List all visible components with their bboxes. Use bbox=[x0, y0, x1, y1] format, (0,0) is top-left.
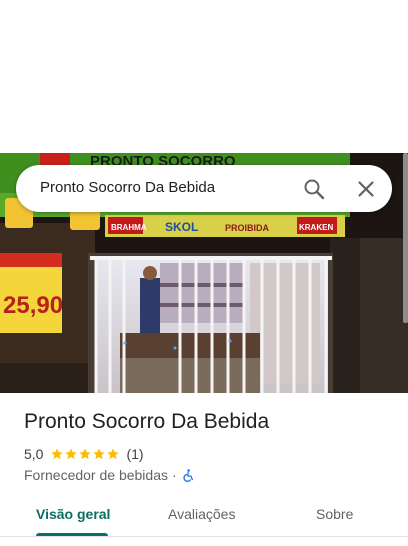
star-icon bbox=[65, 448, 78, 460]
banner-brand-1: BRAHMA bbox=[111, 223, 147, 232]
rating-stars bbox=[50, 447, 120, 461]
star-icon bbox=[93, 448, 106, 460]
rating-value: 5,0 bbox=[24, 446, 44, 462]
star-icon bbox=[79, 448, 92, 460]
place-category: Fornecedor de bebidas bbox=[24, 467, 168, 483]
banner-brand-4: KRAKEN bbox=[299, 223, 333, 232]
search-input[interactable]: Pronto Socorro Da Bebida bbox=[40, 179, 215, 196]
rating-row[interactable]: 5,0 (1) bbox=[24, 445, 144, 463]
star-icon bbox=[51, 448, 64, 460]
search-icon[interactable] bbox=[302, 177, 326, 201]
separator-dot: · bbox=[172, 467, 177, 483]
tab-overview[interactable]: Visão geral bbox=[36, 506, 110, 522]
review-count[interactable]: (1) bbox=[126, 446, 143, 462]
tab-about[interactable]: Sobre bbox=[316, 506, 353, 522]
banner-brand-2: SKOL bbox=[165, 220, 198, 234]
photo-scrollbar[interactable] bbox=[403, 153, 408, 323]
tab-reviews[interactable]: Avaliações bbox=[168, 506, 235, 522]
banner-brand-3: PROIBIDA bbox=[225, 223, 270, 233]
close-icon[interactable] bbox=[354, 177, 378, 201]
category-row: Fornecedor de bebidas · bbox=[24, 466, 195, 484]
wheelchair-accessible-icon[interactable] bbox=[181, 468, 195, 483]
place-title: Pronto Socorro Da Bebida bbox=[24, 410, 270, 433]
star-icon bbox=[107, 448, 120, 460]
tabs-divider bbox=[0, 536, 408, 537]
price-sign-text: 25,90 bbox=[3, 292, 63, 319]
search-bar[interactable]: Pronto Socorro Da Bebida bbox=[16, 165, 392, 212]
